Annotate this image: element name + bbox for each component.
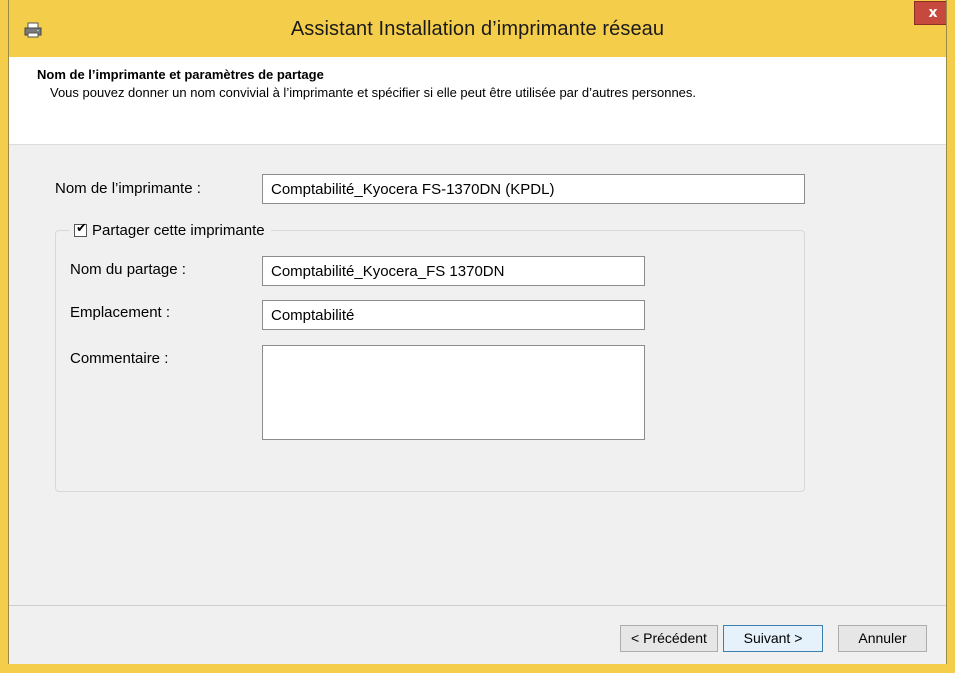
comment-field[interactable] (262, 345, 645, 440)
title-bar[interactable]: Assistant Installation d’imprimante rése… (0, 0, 955, 57)
next-button-label: Suivant > (743, 630, 803, 646)
share-checkbox[interactable]: ✔ (74, 220, 87, 237)
footer-divider (9, 605, 946, 606)
comment-label: Commentaire : (70, 350, 169, 367)
page-title: Nom de l’imprimante et paramètres de par… (37, 67, 324, 82)
share-checkbox-label: Partager cette imprimante (92, 221, 265, 239)
printer-name-label: Nom de l’imprimante : (55, 180, 201, 197)
cancel-button[interactable]: Annuler (838, 625, 927, 652)
printer-name-field[interactable]: Comptabilité_Kyocera FS-1370DN (KPDL) (262, 174, 805, 204)
window-title: Assistant Installation d’imprimante rése… (290, 18, 665, 40)
window-frame-bottom (0, 664, 955, 673)
window-frame-right (946, 0, 955, 673)
location-label: Emplacement : (70, 304, 171, 321)
page-description: Vous pouvez donner un nom convivial à l’… (50, 85, 697, 100)
share-checkbox-row[interactable]: ✔ Partager cette imprimante (70, 220, 271, 240)
previous-button[interactable]: < Précédent (620, 625, 718, 652)
location-field[interactable]: Comptabilité (262, 300, 645, 330)
next-button[interactable]: Suivant > (723, 625, 823, 652)
checkmark-icon: ✔ (76, 220, 87, 236)
window-frame-left (0, 0, 9, 673)
wizard-content: Nom de l’imprimante et paramètres de par… (9, 57, 946, 664)
wizard-window: Assistant Installation d’imprimante rése… (0, 0, 955, 673)
wizard-header: Nom de l’imprimante et paramètres de par… (9, 57, 946, 145)
share-name-field[interactable]: Comptabilité_Kyocera_FS 1370DN (262, 256, 645, 286)
share-name-label: Nom du partage : (70, 261, 186, 278)
